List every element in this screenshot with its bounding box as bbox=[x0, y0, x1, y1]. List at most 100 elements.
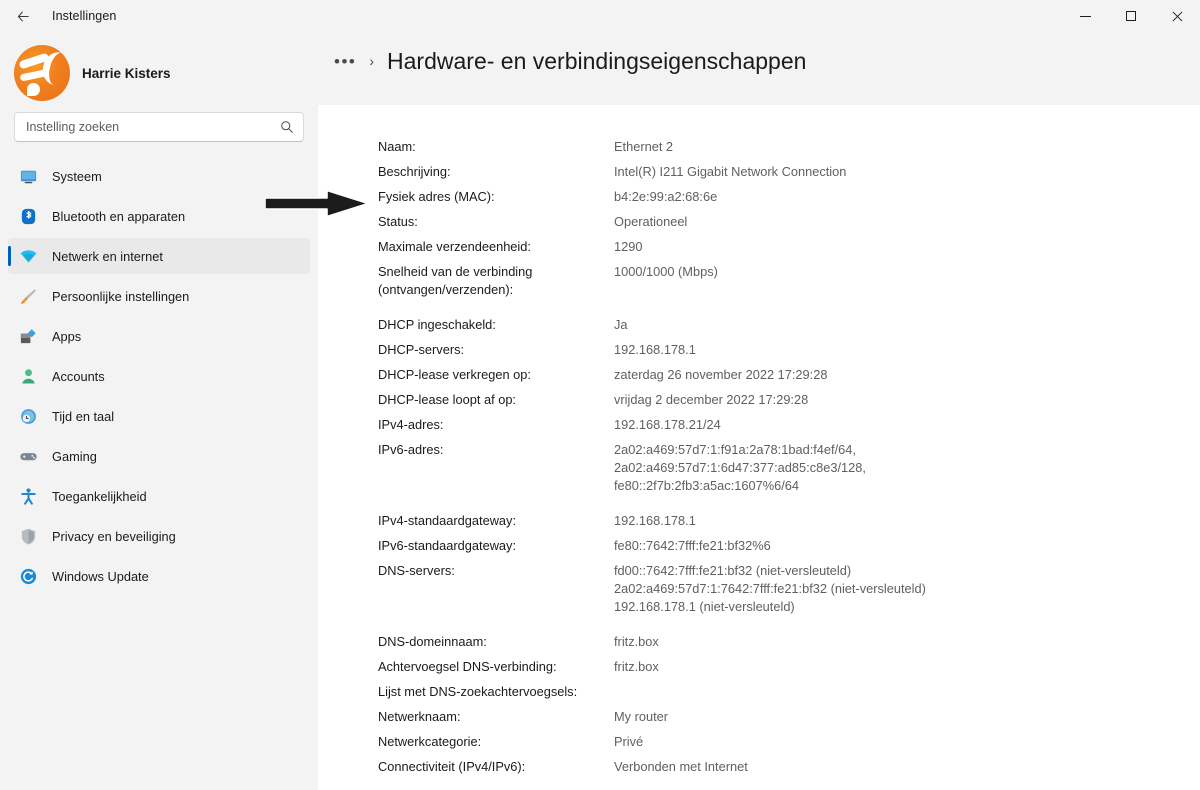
property-label: IPv4-adres: bbox=[378, 417, 444, 432]
property-row: Connectiviteit (IPv4/IPv6): Verbonden me… bbox=[378, 758, 1200, 776]
update-icon bbox=[18, 566, 38, 586]
sidebar-item-label: Persoonlijke instellingen bbox=[52, 288, 190, 304]
shield-icon bbox=[18, 526, 38, 546]
property-label: Beschrijving: bbox=[378, 164, 451, 179]
clock-globe-icon bbox=[18, 406, 38, 426]
property-label: Netwerknaam: bbox=[378, 709, 461, 724]
property-value: My router bbox=[614, 709, 669, 724]
property-label: DNS-domeinnaam: bbox=[378, 634, 487, 649]
bluetooth-icon bbox=[18, 206, 38, 226]
property-value: 1290 bbox=[614, 239, 643, 254]
property-value: fd00::7642:7fff:fe21:bf32 (niet-versleut… bbox=[614, 563, 926, 614]
wifi-icon bbox=[18, 246, 38, 266]
property-label: Achtervoegsel DNS-verbinding: bbox=[378, 659, 557, 674]
breadcrumb: ••• › Hardware- en verbindingseigenschap… bbox=[318, 32, 1200, 90]
property-value: 192.168.178.1 bbox=[614, 342, 696, 357]
window-title: Instellingen bbox=[52, 9, 117, 23]
sidebar-item-label: Privacy en beveiliging bbox=[52, 528, 176, 544]
property-row: Achtervoegsel DNS-verbinding: fritz.box bbox=[378, 658, 1200, 676]
sidebar-item-label: Accounts bbox=[52, 368, 105, 384]
properties-card: Naam: Ethernet 2 Beschrijving: Intel(R) … bbox=[318, 105, 1200, 790]
sidebar-item-bluetooth-en-apparaten[interactable]: Bluetooth en apparaten bbox=[8, 198, 310, 234]
sidebar-item-label: Windows Update bbox=[52, 568, 149, 584]
sidebar-item-label: Netwerk en internet bbox=[52, 248, 163, 264]
window-controls bbox=[1062, 0, 1200, 32]
content-area: ••• › Hardware- en verbindingseigenschap… bbox=[318, 32, 1200, 790]
chevron-right-icon: › bbox=[369, 53, 375, 69]
title-bar: Instellingen bbox=[0, 0, 1200, 32]
property-row: Lijst met DNS-zoekachtervoegsels: bbox=[378, 683, 1200, 701]
property-row: Beschrijving: Intel(R) I211 Gigabit Netw… bbox=[378, 163, 1200, 181]
user-profile[interactable]: Harrie Kisters bbox=[0, 32, 318, 101]
user-avatar-logo bbox=[14, 45, 70, 101]
sidebar-item-privacy-en-beveiliging[interactable]: Privacy en beveiliging bbox=[8, 518, 310, 554]
property-label: IPv6-standaardgateway: bbox=[378, 538, 517, 553]
property-value: 192.168.178.1 bbox=[614, 513, 696, 528]
property-row: Maximale verzendeenheid: 1290 bbox=[378, 238, 1200, 256]
property-label: Naam: bbox=[378, 139, 416, 154]
search-box[interactable] bbox=[14, 112, 304, 142]
property-label: Lijst met DNS-zoekachtervoegsels: bbox=[378, 684, 578, 699]
settings-window: Instellingen Harrie Kisters Instelling z… bbox=[0, 0, 1200, 790]
property-row: Snelheid van de verbinding (ontvangen/ve… bbox=[378, 263, 1200, 299]
sidebar-item-apps[interactable]: Apps bbox=[8, 318, 310, 354]
close-button[interactable] bbox=[1154, 0, 1200, 32]
property-label: IPv4-standaardgateway: bbox=[378, 513, 517, 528]
property-label: IPv6-adres: bbox=[378, 442, 444, 457]
property-row: Netwerkcategorie: Privé bbox=[378, 733, 1200, 751]
search-input[interactable] bbox=[15, 113, 303, 141]
property-value: fritz.box bbox=[614, 659, 659, 674]
sidebar-item-label: Toegankelijkheid bbox=[52, 488, 147, 504]
property-label: Maximale verzendeenheid: bbox=[378, 239, 531, 254]
property-label: Snelheid van de verbinding (ontvangen/ve… bbox=[378, 264, 533, 297]
close-icon bbox=[1172, 11, 1182, 21]
property-label: DHCP ingeschakeld: bbox=[378, 317, 496, 332]
property-value: Operationeel bbox=[614, 214, 688, 229]
search-icon bbox=[281, 121, 293, 133]
property-value: b4:2e:99:a2:68:6e bbox=[614, 189, 718, 204]
sidebar-item-toegankelijkheid[interactable]: Toegankelijkheid bbox=[8, 478, 310, 514]
property-row: DHCP ingeschakeld: Ja bbox=[378, 316, 1200, 334]
property-label: Connectiviteit (IPv4/IPv6): bbox=[378, 759, 526, 774]
property-row: IPv4-adres: 192.168.178.21/24 bbox=[378, 416, 1200, 434]
property-value: Privé bbox=[614, 734, 644, 749]
property-label: DHCP-lease verkregen op: bbox=[378, 367, 531, 382]
property-value: 1000/1000 (Mbps) bbox=[614, 264, 718, 279]
property-row: IPv4-standaardgateway: 192.168.178.1 bbox=[378, 512, 1200, 530]
properties-list: Naam: Ethernet 2 Beschrijving: Intel(R) … bbox=[318, 105, 1200, 776]
property-row: DHCP-servers: 192.168.178.1 bbox=[378, 341, 1200, 359]
sidebar-item-gaming[interactable]: Gaming bbox=[8, 438, 310, 474]
paintbrush-icon bbox=[18, 286, 38, 306]
sidebar-item-label: Tijd en taal bbox=[52, 408, 115, 424]
sidebar-item-persoonlijke-instellingen[interactable]: Persoonlijke instellingen bbox=[8, 278, 310, 314]
property-row: Fysiek adres (MAC): b4:2e:99:a2:68:6e bbox=[378, 188, 1200, 206]
property-label: Fysiek adres (MAC): bbox=[378, 189, 495, 204]
property-label: Netwerkcategorie: bbox=[378, 734, 482, 749]
sidebar-item-tijd-en-taal[interactable]: Tijd en taal bbox=[8, 398, 310, 434]
minimize-icon bbox=[1079, 15, 1091, 17]
property-row: DNS-domeinnaam: fritz.box bbox=[378, 633, 1200, 651]
property-label: DHCP-servers: bbox=[378, 342, 465, 357]
sidebar-item-accounts[interactable]: Accounts bbox=[8, 358, 310, 394]
sidebar-item-netwerk-en-internet[interactable]: Netwerk en internet bbox=[8, 238, 310, 274]
monitor-icon bbox=[18, 166, 38, 186]
apps-icon bbox=[18, 326, 38, 346]
property-value: zaterdag 26 november 2022 17:29:28 bbox=[614, 367, 828, 382]
property-row: IPv6-standaardgateway: fe80::7642:7fff:f… bbox=[378, 537, 1200, 555]
sidebar-item-windows-update[interactable]: Windows Update bbox=[8, 558, 310, 594]
page-title: Hardware- en verbindingseigenschappen bbox=[387, 47, 807, 74]
breadcrumb-overflow-button[interactable]: ••• bbox=[334, 53, 356, 70]
accessibility-icon bbox=[18, 486, 38, 506]
maximize-icon bbox=[1126, 11, 1136, 21]
property-value: 2a02:a469:57d7:1:f91a:2a78:1bad:f4ef/64,… bbox=[614, 442, 866, 493]
sidebar: Harrie Kisters Syste bbox=[0, 32, 318, 790]
property-row: Netwerknaam: My router bbox=[378, 708, 1200, 726]
back-button[interactable] bbox=[6, 1, 40, 31]
sidebar-nav: Systeem Bluetooth en apparaten Netwerk e… bbox=[0, 158, 318, 594]
sidebar-item-label: Bluetooth en apparaten bbox=[52, 208, 186, 224]
back-arrow-icon bbox=[17, 10, 29, 22]
minimize-button[interactable] bbox=[1062, 0, 1108, 32]
maximize-button[interactable] bbox=[1108, 0, 1154, 32]
property-row: DHCP-lease verkregen op: zaterdag 26 nov… bbox=[378, 366, 1200, 384]
sidebar-item-systeem[interactable]: Systeem bbox=[8, 158, 310, 194]
